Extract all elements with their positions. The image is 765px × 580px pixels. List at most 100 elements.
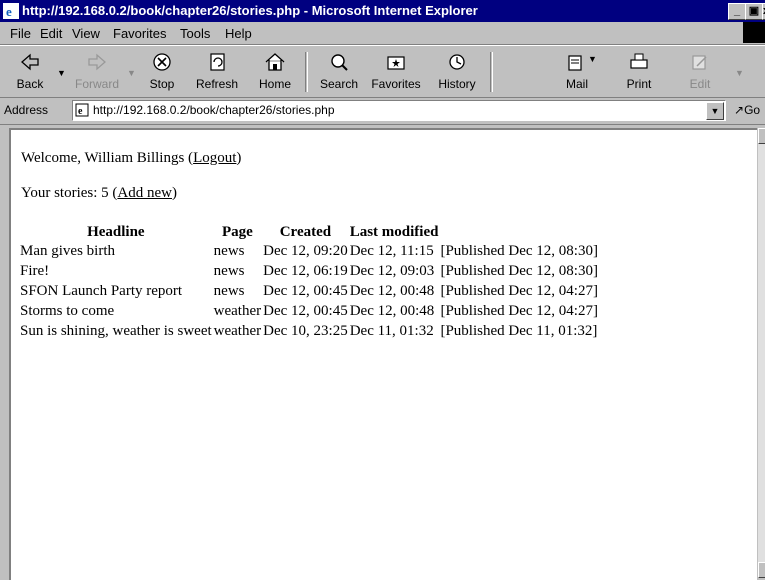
svg-text:e: e: [6, 4, 12, 19]
search-label: Search: [319, 77, 359, 91]
menu-file[interactable]: File: [10, 26, 31, 41]
stop-icon: [153, 53, 171, 71]
edit-dropdown-icon[interactable]: ▼: [735, 68, 744, 78]
menu-help[interactable]: Help: [225, 26, 252, 41]
modified-cell: Dec 12, 09:03: [349, 263, 435, 279]
home-icon: [265, 53, 285, 71]
table-row: Storms to come weather Dec 12, 00:45 Dec…: [19, 302, 599, 322]
mail-dropdown-icon[interactable]: ▼: [588, 54, 597, 64]
search-icon: [331, 54, 348, 71]
menu-view[interactable]: View: [72, 26, 100, 41]
table-row: Fire! news Dec 12, 06:19 Dec 12, 09:03 […: [19, 262, 599, 282]
add-new-link[interactable]: Add new: [117, 185, 172, 201]
favorites-button[interactable]: Favorites: [366, 50, 426, 94]
modified-cell: Dec 11, 01:32: [349, 323, 434, 339]
headline-cell: SFON Launch Party report: [20, 283, 183, 299]
headline-cell: Sun is shining, weather is sweet: [20, 323, 212, 339]
forward-label: Forward: [74, 77, 119, 91]
status-cell: [Published Dec 12, 04:27]: [440, 283, 598, 299]
forward-arrow-icon: [88, 53, 106, 71]
address-dropdown-icon[interactable]: ▼: [706, 102, 724, 120]
internet-explorer-icon: e: [3, 3, 19, 19]
title-bar: e http://192.168.0.2/book/chapter26/stor…: [0, 0, 765, 22]
refresh-label: Refresh: [195, 77, 239, 91]
back-label: Back: [16, 77, 44, 91]
header-created: Created: [279, 224, 332, 240]
toolbar: Back ▼ Forward ▼ Stop Refresh Home Searc…: [0, 45, 765, 98]
menu-bar: File Edit View Favorites Tools Help: [0, 22, 765, 45]
header-page: Page: [221, 224, 253, 240]
go-label: Go: [744, 103, 761, 117]
stories-count-line: Your stories: 5 (Add new): [21, 185, 177, 202]
mail-label: Mail: [565, 77, 588, 91]
maximize-button[interactable]: ▣: [745, 3, 763, 20]
stop-button[interactable]: Stop: [143, 50, 181, 94]
modified-cell: Dec 12, 11:15: [349, 243, 434, 259]
edit-label: Edit: [689, 77, 711, 91]
history-icon: [449, 54, 465, 70]
window-title: http://192.168.0.2/book/chapter26/storie…: [22, 3, 478, 18]
created-cell: Dec 12, 00:45: [263, 303, 348, 319]
status-cell: [Published Dec 11, 01:32]: [440, 323, 598, 339]
modified-cell: Dec 12, 00:48: [349, 283, 435, 299]
created-cell: Dec 12, 09:20: [263, 243, 348, 259]
forward-dropdown-icon[interactable]: ▼: [127, 68, 136, 78]
home-button[interactable]: Home: [252, 50, 298, 94]
created-cell: Dec 12, 06:19: [263, 263, 348, 279]
logout-link[interactable]: Logout: [193, 150, 236, 166]
header-status: [439, 222, 598, 242]
stories-close: ): [171, 185, 177, 201]
go-button[interactable]: ↗Go: [734, 103, 760, 117]
edit-button[interactable]: Edit: [680, 50, 720, 94]
page-cell: weather: [213, 323, 262, 339]
windows-logo-icon: [743, 22, 765, 43]
created-cell: Dec 10, 23:25: [263, 323, 348, 339]
print-label: Print: [626, 77, 652, 91]
search-button[interactable]: Search: [314, 50, 364, 94]
status-cell: [Published Dec 12, 08:30]: [440, 263, 598, 279]
header-headline: Headline: [87, 224, 145, 240]
toolbar-separator: [305, 52, 308, 92]
scroll-up-button[interactable]: [758, 128, 765, 144]
stories-table: Headline Page Created Last modified Man …: [19, 222, 599, 342]
print-button[interactable]: Print: [616, 50, 662, 94]
history-button[interactable]: History: [432, 50, 482, 94]
toolbar-separator: [490, 52, 493, 92]
headline-cell: Man gives birth: [20, 243, 115, 259]
modified-cell: Dec 12, 00:48: [349, 303, 435, 319]
headline-cell: Fire!: [20, 263, 50, 279]
header-last-modified: Last modified: [349, 224, 439, 240]
table-row: Man gives birth news Dec 12, 09:20 Dec 1…: [19, 242, 599, 262]
table-row: SFON Launch Party report news Dec 12, 00…: [19, 282, 599, 302]
menu-edit[interactable]: Edit: [40, 26, 62, 41]
vertical-scrollbar[interactable]: [757, 128, 765, 578]
print-icon: [630, 53, 648, 69]
page-cell: news: [213, 263, 245, 279]
status-cell: [Published Dec 12, 08:30]: [440, 243, 598, 259]
refresh-button[interactable]: Refresh: [190, 50, 244, 94]
menu-favorites[interactable]: Favorites: [113, 26, 166, 41]
address-url: http://192.168.0.2/book/chapter26/storie…: [93, 103, 335, 117]
back-button[interactable]: Back: [8, 50, 52, 94]
history-label: History: [438, 77, 476, 91]
favorites-label: Favorites: [371, 77, 421, 91]
page-content: Welcome, William Billings (Logout) Your …: [9, 128, 757, 580]
table-header-row: Headline Page Created Last modified: [19, 222, 599, 242]
status-cell: [Published Dec 12, 04:27]: [440, 303, 598, 319]
page-cell: news: [213, 243, 245, 259]
welcome-line: Welcome, William Billings (Logout): [21, 150, 241, 167]
svg-text:e: e: [78, 106, 83, 117]
forward-button[interactable]: Forward: [72, 50, 122, 94]
menu-tools[interactable]: Tools: [180, 26, 210, 41]
address-label: Address: [4, 103, 49, 117]
scroll-down-button[interactable]: [758, 562, 765, 578]
refresh-icon: [210, 53, 225, 71]
welcome-text: Welcome, William Billings (: [21, 150, 194, 166]
address-input[interactable]: e http://192.168.0.2/book/chapter26/stor…: [72, 100, 726, 121]
welcome-close: ): [236, 150, 242, 166]
page-icon: e: [75, 103, 89, 117]
home-label: Home: [258, 77, 291, 91]
back-dropdown-icon[interactable]: ▼: [57, 68, 66, 78]
edit-icon: [692, 55, 707, 70]
minimize-button[interactable]: _: [728, 3, 746, 20]
